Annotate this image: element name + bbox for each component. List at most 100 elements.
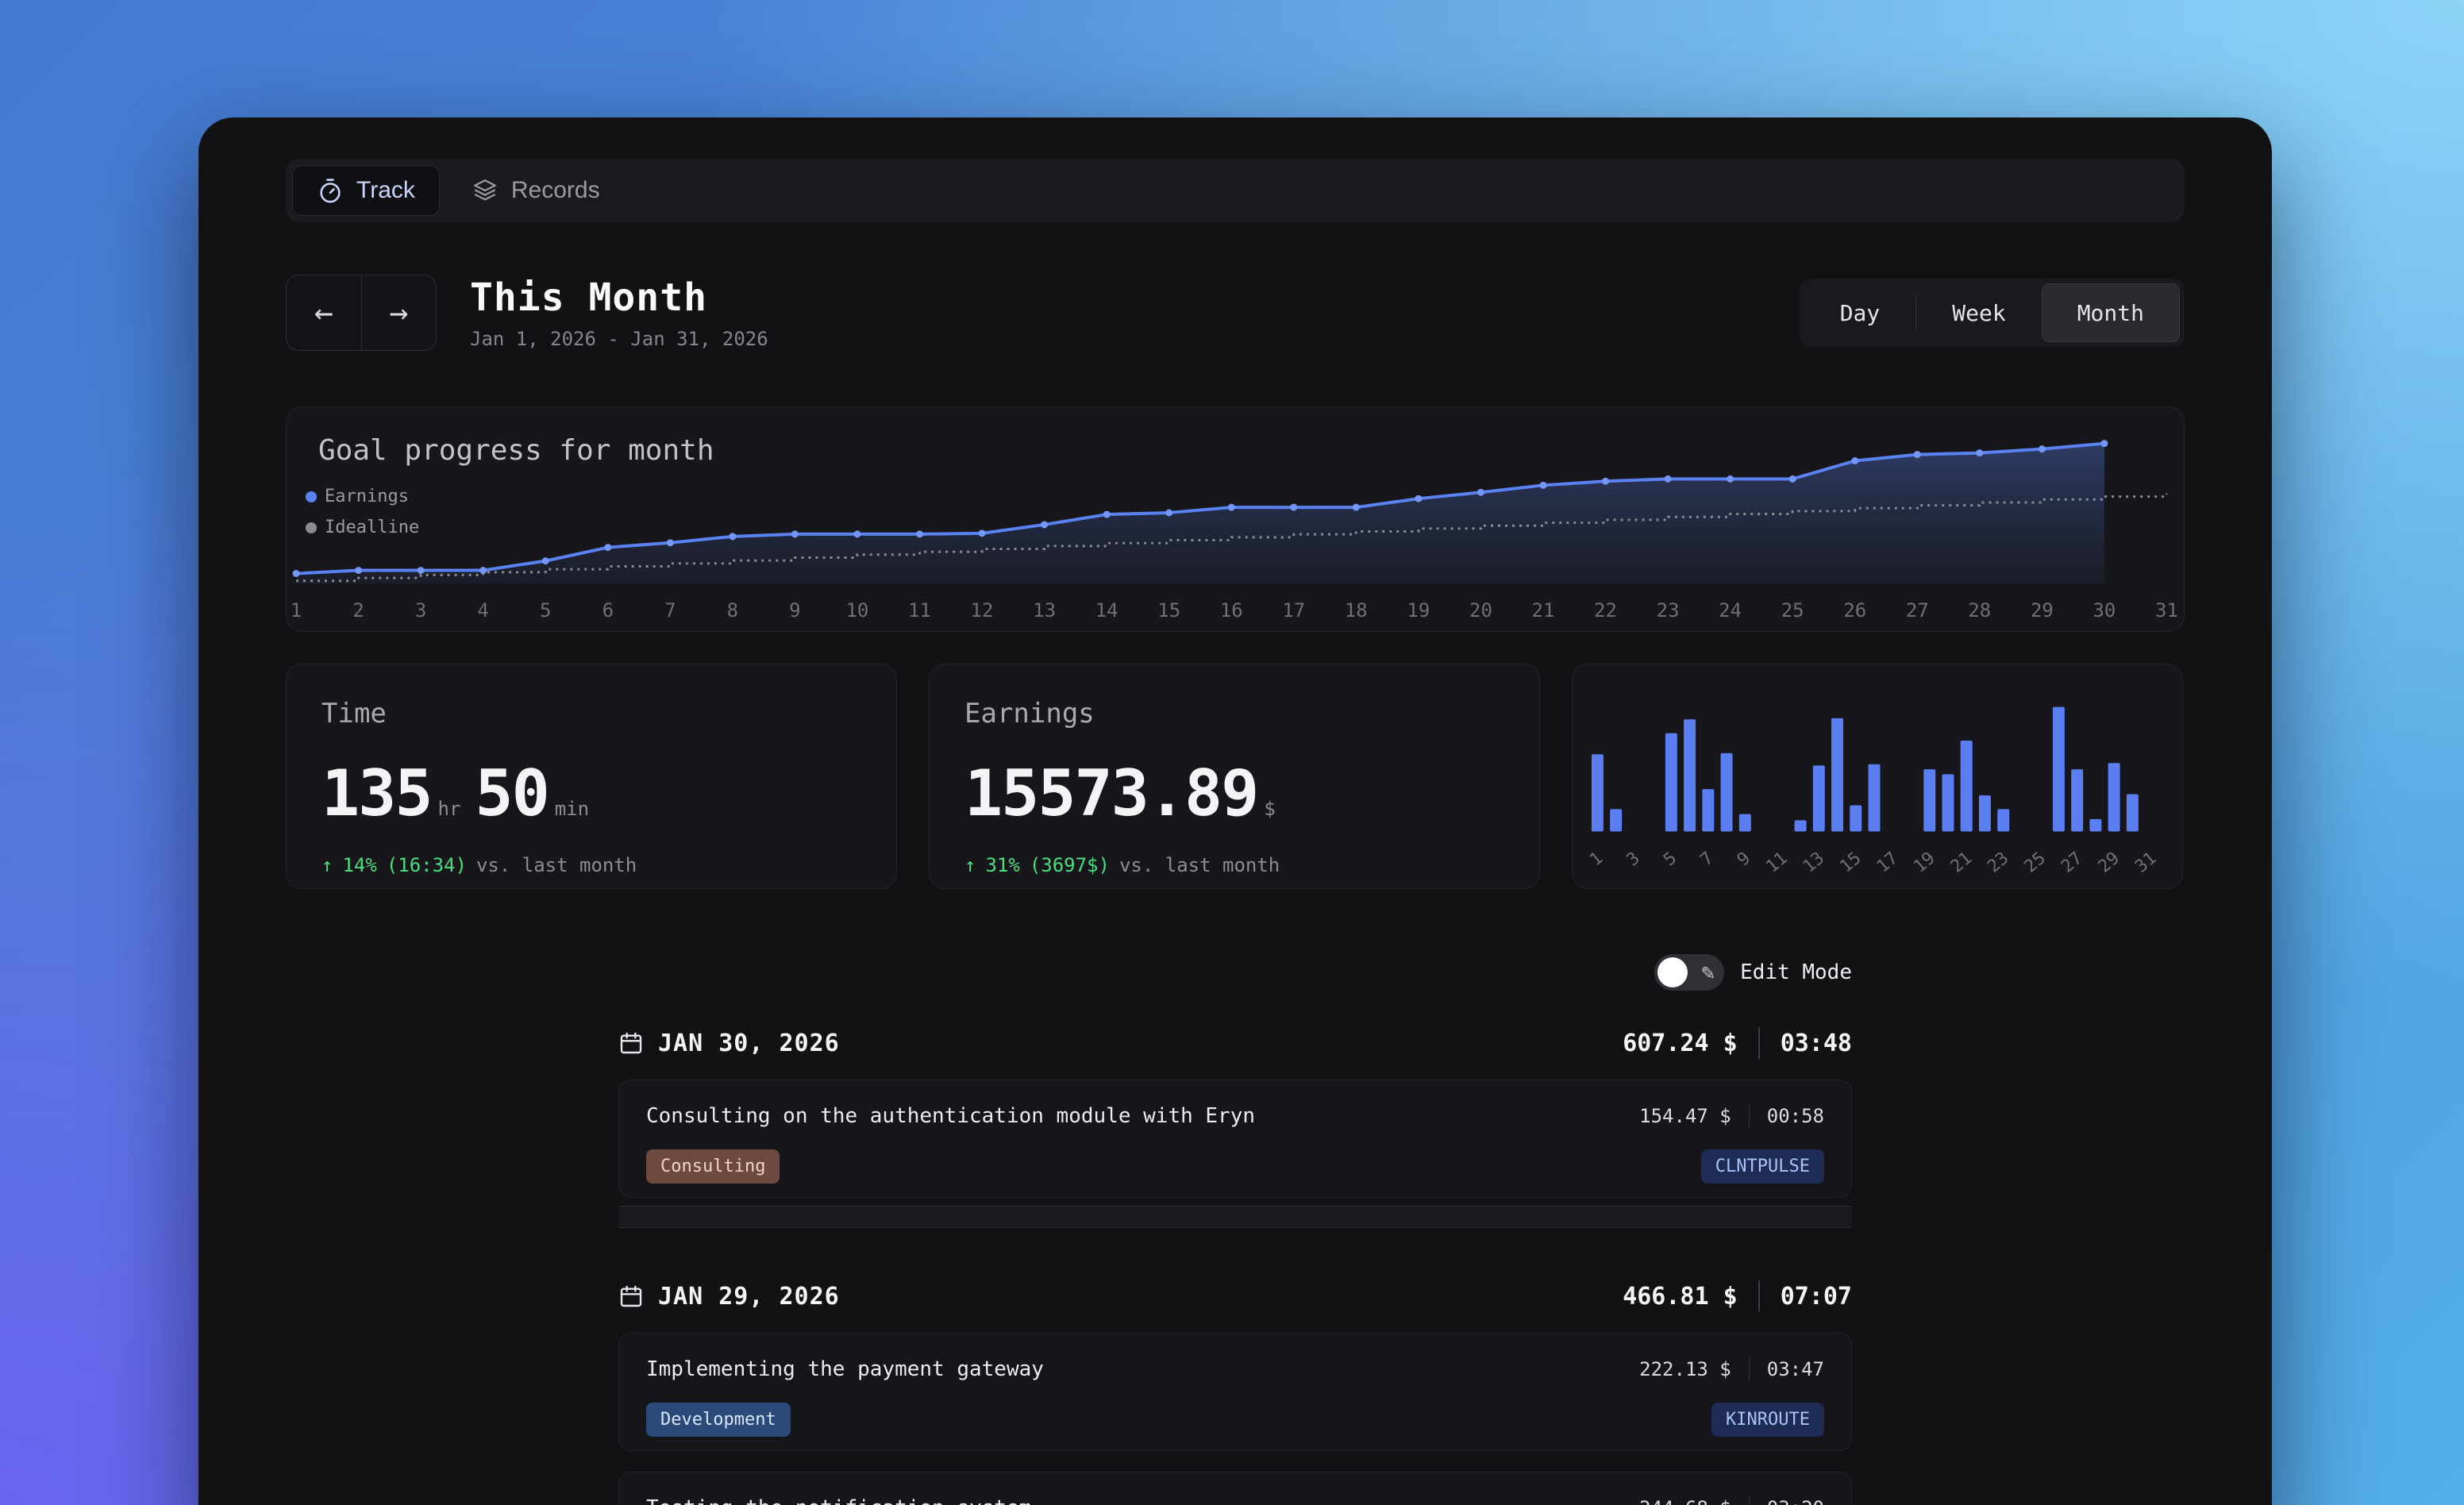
svg-text:11: 11 [1762, 849, 1791, 877]
svg-text:24: 24 [1719, 599, 1742, 622]
svg-text:23: 23 [1984, 849, 2012, 877]
svg-text:5: 5 [540, 599, 551, 622]
legend-dot [306, 491, 317, 502]
svg-text:4: 4 [477, 599, 488, 622]
period-date-range: Jan 1, 2026 - Jan 31, 2026 [470, 328, 768, 350]
svg-text:28: 28 [1968, 599, 1991, 622]
edit-mode-row: ✎ Edit Mode [618, 954, 1852, 991]
client-tag[interactable]: CLNTPULSE [1701, 1149, 1824, 1184]
record-entry[interactable]: Consulting on the authentication module … [618, 1080, 1852, 1198]
legend-item-idealline: Idealline [306, 518, 419, 537]
svg-text:17: 17 [1873, 849, 1902, 877]
earnings-delta-pct: 31% [985, 854, 1019, 876]
svg-text:13: 13 [1033, 599, 1056, 622]
range-button-day[interactable]: Day [1804, 283, 1916, 342]
desktop-background: Track Records ← → This Month Jan 1, 2026… [0, 0, 2464, 1505]
time-hours-value: 135 [321, 756, 432, 830]
range-button-month[interactable]: Month [2042, 283, 2180, 342]
svg-text:27: 27 [1906, 599, 1929, 622]
svg-text:20: 20 [1469, 599, 1492, 622]
earnings-delta-suffix: vs. last month [1119, 854, 1280, 876]
entry-money: 244.68 $ [1639, 1497, 1731, 1505]
day-group: JAN 29, 2026 466.81 $ 07:07 Implementing th… [618, 1280, 1852, 1505]
svg-text:30: 30 [2092, 599, 2116, 622]
day-totals: 607.24 $03:48 [1623, 1027, 1852, 1059]
day-groups: JAN 30, 2026 607.24 $03:48 Consulting on t… [618, 1027, 1852, 1505]
category-tag[interactable]: Consulting [646, 1149, 780, 1184]
record-entry[interactable]: Implementing the payment gateway 222.13 $… [618, 1333, 1852, 1451]
entry-tag-row: DevelopmentKINROUTE [646, 1410, 1824, 1430]
entry-top-row: Consulting on the authentication module … [646, 1104, 1824, 1128]
calendar-icon [618, 1284, 644, 1309]
calendar-icon [618, 1030, 644, 1056]
entry-tags-left: Development [646, 1410, 791, 1430]
svg-text:27: 27 [2058, 849, 2086, 877]
entry-money: 222.13 $ [1639, 1358, 1731, 1380]
edit-mode-toggle[interactable]: ✎ [1654, 954, 1724, 991]
entry-title: Implementing the payment gateway [646, 1357, 1044, 1381]
goal-progress-card: Goal progress for month EarningsIdeallin… [286, 406, 2185, 632]
app-window: Track Records ← → This Month Jan 1, 2026… [198, 117, 2272, 1505]
earnings-stat-value: 15573.89 $ [964, 756, 1504, 830]
svg-text:21: 21 [1532, 599, 1555, 622]
day-header: JAN 30, 2026 607.24 $03:48 [618, 1027, 1852, 1059]
category-tag[interactable]: Development [646, 1403, 791, 1437]
time-delta-suffix: vs. last month [476, 854, 637, 876]
svg-text:25: 25 [2021, 849, 2050, 877]
svg-text:10: 10 [845, 599, 868, 622]
entry-tags-left: Consulting [646, 1157, 780, 1176]
svg-text:31: 31 [2155, 599, 2178, 622]
entry-money: 154.47 $ [1639, 1105, 1731, 1127]
range-button-week[interactable]: Week [1916, 283, 2041, 342]
daily-earnings-chart: 135791113151719212325272931 [1573, 664, 2182, 888]
earnings-stat-card: Earnings 15573.89 $ ↑ 31% (3697$) vs. la… [929, 664, 1540, 889]
app-content: Track Records ← → This Month Jan 1, 2026… [198, 117, 2272, 1505]
edit-mode-label: Edit Mode [1740, 960, 1852, 984]
earnings-delta-detail: (3697$) [1030, 854, 1110, 876]
legend-label: Idealline [325, 518, 419, 537]
earnings-currency: $ [1264, 798, 1275, 820]
page-title: This Month [470, 275, 768, 320]
entry-amounts: 244.68 $ 03:20 [1639, 1496, 1824, 1505]
time-minutes-value: 50 [475, 756, 548, 830]
entry-time: 03:20 [1767, 1497, 1824, 1505]
time-delta-row: ↑ 14% (16:34) vs. last month [321, 854, 861, 876]
svg-text:29: 29 [2095, 849, 2123, 877]
client-tag[interactable]: KINROUTE [1711, 1403, 1824, 1437]
tab-records[interactable]: Records [448, 165, 624, 216]
entry-title: Testing the notification system [646, 1496, 1031, 1505]
entry-amounts: 222.13 $03:47 [1639, 1357, 1824, 1381]
entry-tags-right: CLNTPULSE [1701, 1157, 1824, 1176]
entry-amounts: 154.47 $00:58 [1639, 1104, 1824, 1128]
svg-text:5: 5 [1660, 849, 1681, 871]
svg-text:22: 22 [1594, 599, 1617, 622]
svg-text:19: 19 [1407, 599, 1430, 622]
svg-text:18: 18 [1345, 599, 1368, 622]
day-total-money: 466.81 $ [1623, 1283, 1738, 1311]
next-period-button[interactable]: → [361, 275, 437, 350]
svg-text:29: 29 [2031, 599, 2054, 622]
svg-text:8: 8 [727, 599, 738, 622]
period-title-block: This Month Jan 1, 2026 - Jan 31, 2026 [470, 275, 768, 350]
day-total-time: 07:07 [1781, 1283, 1852, 1311]
time-stat-card: Time 135 hr 50 min ↑ 14% (16:34) vs. las… [286, 664, 897, 889]
prev-period-button[interactable]: ← [287, 275, 361, 350]
legend-label: Earnings [325, 487, 409, 506]
totals-divider [1758, 1280, 1760, 1312]
svg-text:6: 6 [603, 599, 614, 622]
time-hours-unit: hr [438, 798, 461, 820]
day-totals: 466.81 $ 07:07 [1623, 1280, 1852, 1312]
tab-track-label: Track [356, 177, 415, 204]
record-entry[interactable]: Testing the notification system 244.68 $ 0… [618, 1472, 1852, 1505]
svg-text:2: 2 [352, 599, 364, 622]
svg-text:13: 13 [1800, 849, 1828, 877]
main-tabbar: Track Records [286, 159, 2185, 222]
svg-text:25: 25 [1781, 599, 1804, 622]
svg-text:21: 21 [1947, 849, 1976, 877]
day-date: JAN 29, 2026 [658, 1283, 840, 1311]
day-date: JAN 30, 2026 [658, 1030, 840, 1057]
svg-text:14: 14 [1095, 599, 1118, 622]
entry-divider [1749, 1496, 1750, 1505]
svg-text:15: 15 [1836, 849, 1865, 877]
tab-track[interactable]: Track [292, 165, 440, 216]
